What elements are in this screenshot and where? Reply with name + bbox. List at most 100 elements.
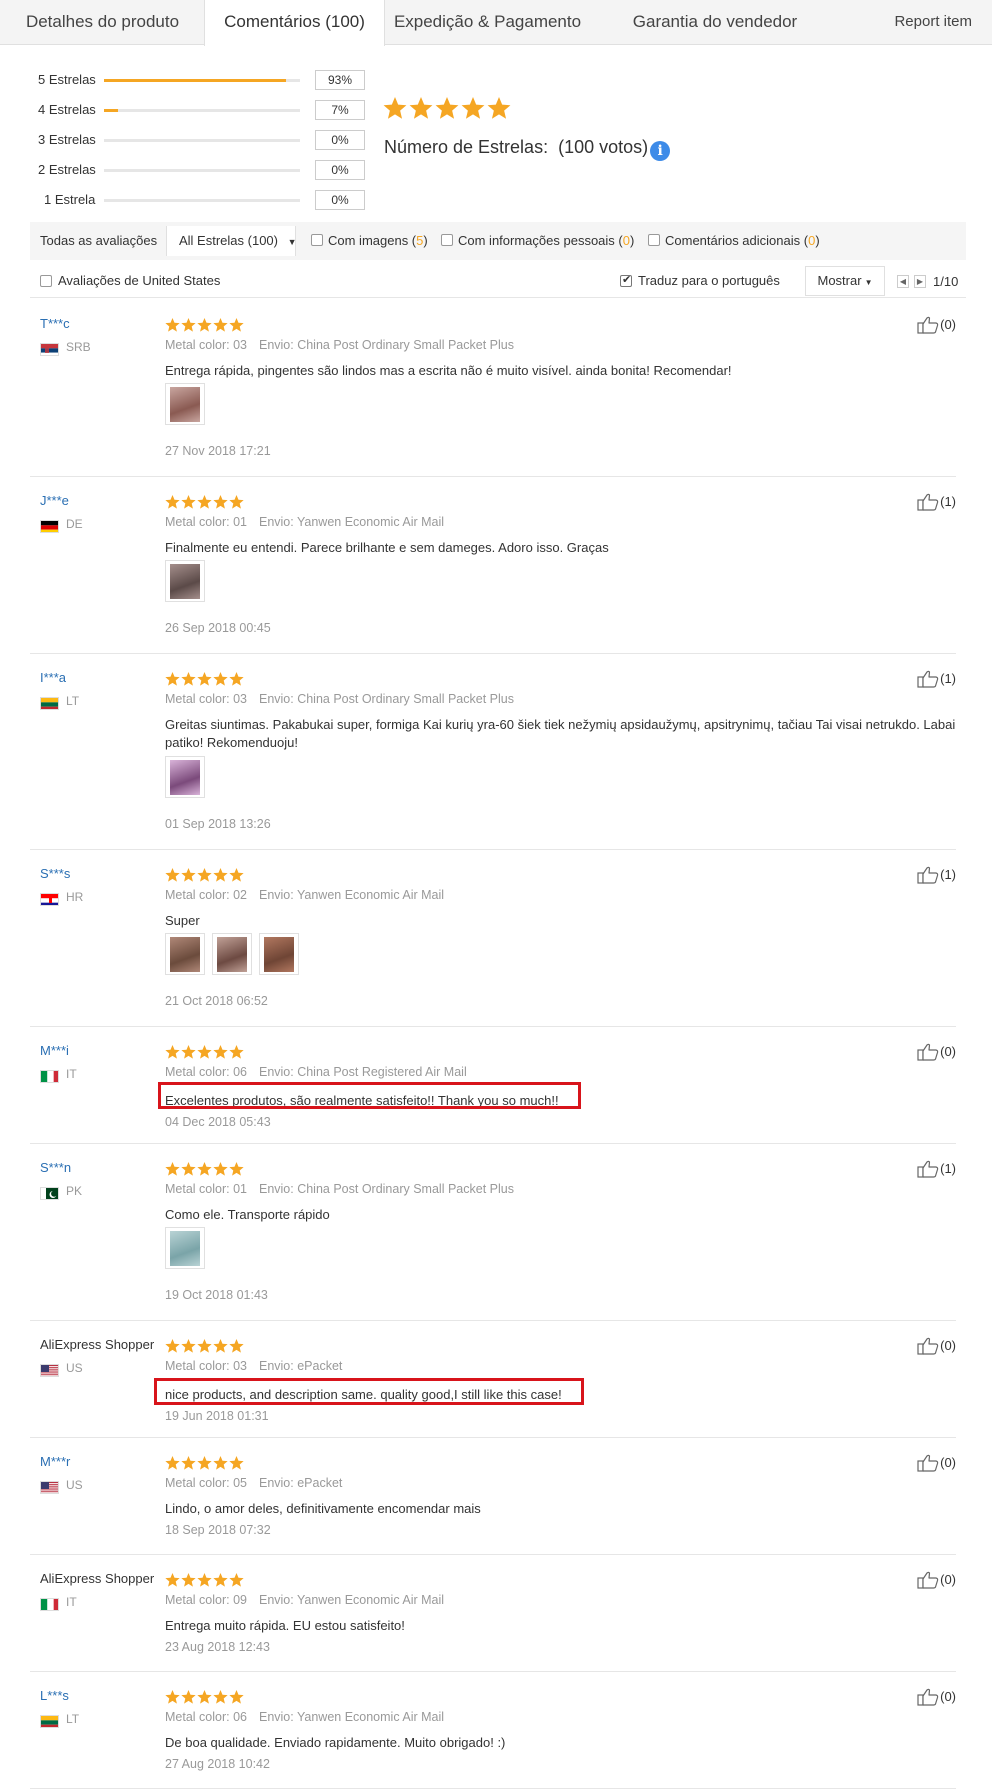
star-icon: [181, 318, 196, 332]
review-image-thumbnail[interactable]: [212, 933, 252, 975]
star-icon: [229, 318, 244, 332]
prev-page-icon[interactable]: ◀: [897, 275, 909, 288]
helpful-button[interactable]: (1): [917, 866, 956, 886]
reviewer-name[interactable]: AliExpress Shopper: [40, 1571, 154, 1586]
star-icon: [229, 1690, 244, 1704]
reviewer-name[interactable]: J***e: [40, 493, 69, 508]
reviewer-name[interactable]: M***i: [40, 1043, 69, 1058]
review-text: De boa qualidade. Enviado rapidamente. M…: [165, 1735, 506, 1750]
star-icon: [181, 868, 196, 882]
review-stars: [165, 1573, 244, 1587]
show-dropdown[interactable]: Mostrar ▼: [805, 266, 885, 296]
star-icon: [435, 97, 459, 119]
review-meta: Metal color: 01 Envio: Yanwen Economic Ai…: [165, 515, 444, 529]
review-image-thumbnail[interactable]: [165, 383, 205, 425]
helpful-count: (1): [940, 671, 956, 686]
reviewer-name[interactable]: I***a: [40, 670, 66, 685]
helpful-button[interactable]: (0): [917, 316, 956, 336]
average-stars: [383, 96, 513, 126]
tab-comments[interactable]: Comentários (100): [204, 0, 385, 46]
country-flag-icon: [40, 1364, 59, 1377]
country-flag-icon: [40, 520, 59, 533]
reviewer-name[interactable]: S***n: [40, 1160, 71, 1175]
review-image-thumbnail[interactable]: [165, 1227, 205, 1269]
highlight-box-review-7: [154, 1378, 584, 1405]
helpful-button[interactable]: (0): [917, 1043, 956, 1063]
rating-row[interactable]: 5 Estrelas 93%: [38, 70, 378, 90]
reviewer-name[interactable]: AliExpress Shopper: [40, 1337, 154, 1352]
star-icon: [213, 868, 228, 882]
next-page-icon[interactable]: ▶: [914, 275, 926, 288]
review-photo: [170, 387, 200, 422]
with-personal-info-checkbox[interactable]: [441, 234, 453, 246]
thumbs-up-icon: [917, 1571, 939, 1589]
tab-product-details[interactable]: Detalhes do produto: [0, 0, 205, 45]
reviewer-name[interactable]: M***r: [40, 1454, 70, 1469]
helpful-button[interactable]: (0): [917, 1571, 956, 1591]
review-meta: Metal color: 06 Envio: China Post Registe…: [165, 1065, 467, 1079]
rating-row-label: 4 Estrelas: [38, 102, 96, 117]
shipping-method: Envio: Yanwen Economic Air Mail: [258, 1593, 445, 1607]
review-image-thumbnail[interactable]: [165, 933, 205, 975]
review-text: Finalmente eu entendi. Parece brilhante …: [165, 540, 609, 555]
helpful-button[interactable]: (1): [917, 1160, 956, 1180]
review-image-thumbnail[interactable]: [259, 933, 299, 975]
review-item: I***a LT Metal color: 03 Envio: China Post …: [30, 670, 956, 850]
rating-row-label: 1 Estrela: [44, 192, 96, 207]
helpful-button[interactable]: (0): [917, 1454, 956, 1474]
reviewer-country: US: [66, 1478, 83, 1492]
review-stars: [165, 1456, 244, 1470]
thumbs-up-icon: [917, 866, 939, 884]
review-image-thumbnail[interactable]: [165, 560, 205, 602]
review-image-thumbnail[interactable]: [165, 756, 205, 798]
tab-shipping-payment[interactable]: Expedição & Pagamento: [385, 0, 590, 45]
star-icon: [229, 1456, 244, 1470]
review-meta: Metal color: 01 Envio: China Post Ordinar…: [165, 1182, 514, 1196]
reviewer-name[interactable]: L***s: [40, 1688, 69, 1703]
reviewer-name[interactable]: S***s: [40, 866, 70, 881]
review-text: Entrega muito rápida. EU estou satisfeit…: [165, 1618, 405, 1633]
star-icon: [229, 1045, 244, 1059]
star-icon: [213, 1690, 228, 1704]
additional-comments-checkbox[interactable]: [648, 234, 660, 246]
star-filter-select[interactable]: All Estrelas (100) ▼: [166, 226, 297, 256]
translate-checkbox[interactable]: [620, 273, 632, 287]
rating-row[interactable]: 4 Estrelas 7%: [38, 100, 378, 120]
all-reviews-filter[interactable]: Todas as avaliações: [40, 233, 157, 248]
rating-row[interactable]: 1 Estrela 0%: [38, 190, 378, 210]
rating-row[interactable]: 3 Estrelas 0%: [38, 130, 378, 150]
with-images-label: Com imagens (5): [328, 233, 428, 248]
helpful-count: (0): [940, 317, 956, 332]
star-count-title: Número de Estrelas:: [384, 137, 549, 157]
review-stars: [165, 318, 244, 332]
rating-row[interactable]: 2 Estrelas 0%: [38, 160, 378, 180]
star-icon: [197, 1456, 212, 1470]
review-stars: [165, 1162, 244, 1176]
helpful-button[interactable]: (1): [917, 670, 956, 690]
review-text: Greitas siuntimas. Pakabukai super, form…: [165, 717, 956, 750]
reviewer-name[interactable]: T***c: [40, 316, 70, 331]
with-images-checkbox[interactable]: [311, 234, 323, 246]
helpful-button[interactable]: (0): [917, 1337, 956, 1357]
star-icon: [197, 495, 212, 509]
shipping-method: Envio: Yanwen Economic Air Mail: [258, 888, 445, 902]
review-text: Entrega rápida, pingentes são lindos mas…: [165, 363, 732, 378]
helpful-button[interactable]: (1): [917, 493, 956, 513]
vote-count: (100 votos): [558, 137, 649, 157]
star-icon: [229, 1573, 244, 1587]
star-icon: [181, 672, 196, 686]
star-icon: [165, 1573, 180, 1587]
metal-color: Metal color: 06: [165, 1710, 247, 1724]
us-reviews-checkbox[interactable]: [40, 275, 52, 287]
helpful-button[interactable]: (0): [917, 1688, 956, 1708]
thumbs-up-icon: [917, 1160, 939, 1178]
helpful-count: (0): [940, 1455, 956, 1470]
shipping-method: Envio: China Post Ordinary Small Packet …: [258, 1182, 514, 1196]
review-text: Lindo, o amor deles, definitivamente enc…: [165, 1501, 481, 1516]
info-icon[interactable]: i: [650, 141, 671, 161]
rating-percent: 0%: [315, 160, 365, 180]
tab-seller-guarantee[interactable]: Garantia do vendedor: [590, 0, 840, 45]
report-item-link[interactable]: Report item: [894, 0, 972, 44]
review-text: Super: [165, 913, 200, 928]
review-date: 01 Sep 2018 13:26: [165, 817, 271, 831]
